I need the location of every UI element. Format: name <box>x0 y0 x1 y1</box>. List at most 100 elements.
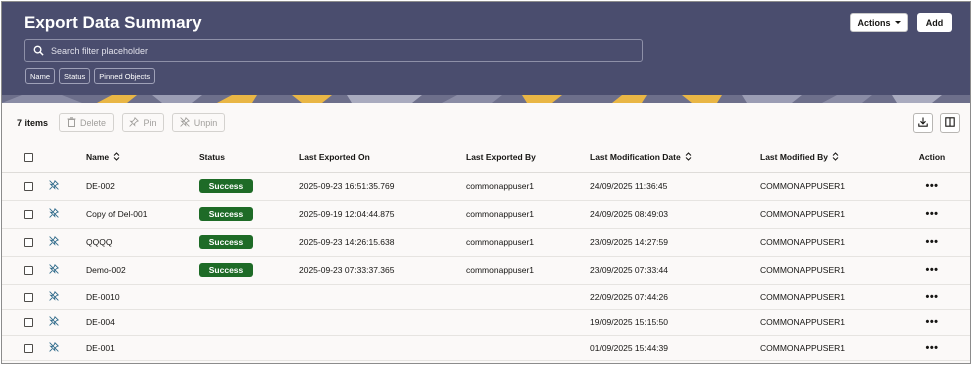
sort-icon <box>113 152 120 163</box>
unpinned-row-icon[interactable] <box>49 341 60 354</box>
more-actions-icon[interactable]: ••• <box>925 264 938 276</box>
last-modified-by-cell: COMMONAPPUSER1 <box>760 335 894 361</box>
action-cell: ••• <box>894 309 970 336</box>
unpinned-row-icon[interactable] <box>49 207 60 220</box>
status-cell <box>199 335 299 361</box>
row-checkbox[interactable] <box>24 266 33 276</box>
row-select-cell <box>2 172 49 201</box>
unpin-button[interactable]: Unpin <box>172 113 225 132</box>
column-header-last-exported-on: Last Exported On <box>299 143 466 173</box>
column-header-last-modified-by[interactable]: Last Modified By <box>760 143 894 173</box>
more-actions-icon[interactable]: ••• <box>925 208 938 220</box>
actions-menu-button[interactable]: Actions <box>850 13 908 32</box>
status-cell: Success <box>199 256 299 285</box>
last-exported-by-cell: commonappuser1 <box>466 228 590 257</box>
column-header-name[interactable]: Name <box>86 143 199 173</box>
filter-chip-status[interactable]: Status <box>59 68 91 84</box>
table-row[interactable]: Copy of Del-001 Success 2025-09-19 12:04:4… <box>2 200 970 229</box>
name-cell: Copy of Del-001 <box>86 200 199 229</box>
row-select-cell <box>2 335 49 361</box>
header-pin-cell <box>49 143 86 173</box>
last-modification-date-cell: 01/09/2025 15:44:39 <box>590 335 760 361</box>
delete-button[interactable]: Delete <box>59 113 114 132</box>
row-pin-cell <box>49 335 86 361</box>
columns-button[interactable] <box>940 113 960 133</box>
last-modified-by-cell: COMMONAPPUSER1 <box>760 309 894 336</box>
add-button[interactable]: Add <box>917 13 952 32</box>
table-row[interactable]: QQQQ Success 2025-09-23 14:26:15.638 common… <box>2 228 970 257</box>
last-exported-on-cell <box>299 335 466 361</box>
action-cell: ••• <box>894 256 970 285</box>
more-actions-icon[interactable]: ••• <box>925 342 938 354</box>
more-actions-icon[interactable]: ••• <box>925 316 938 328</box>
last-modification-date-cell: 19/09/2025 15:15:50 <box>590 309 760 336</box>
table-row[interactable]: Demo-002 Success 2025-09-23 07:33:37.365 co… <box>2 256 970 285</box>
status-cell <box>199 309 299 336</box>
last-modification-date-cell: 22/09/2025 07:44:26 <box>590 284 760 310</box>
row-pin-cell <box>49 256 86 285</box>
row-pin-cell <box>49 284 86 310</box>
select-all-checkbox[interactable] <box>24 153 33 163</box>
action-cell: ••• <box>894 172 970 201</box>
row-select-cell <box>2 228 49 257</box>
action-cell: ••• <box>894 284 970 310</box>
table-row[interactable]: DE-004 19/09/2025 15:15:50 COMMONAPPUSER1 •… <box>2 309 970 336</box>
status-cell <box>199 284 299 310</box>
actions-label: Actions <box>857 17 891 28</box>
search-input[interactable]: Search filter placeholder <box>24 39 643 62</box>
app-window: Export Data Summary Actions Add Search f… <box>1 1 971 364</box>
unpinned-row-icon[interactable] <box>49 263 60 276</box>
table-body: DE-002 Success 2025-09-23 16:51:35.769 comm… <box>2 172 970 361</box>
table-row[interactable]: DE-002 Success 2025-09-23 16:51:35.769 comm… <box>2 172 970 201</box>
name-cell: DE-0010 <box>86 284 199 310</box>
unpinned-row-icon[interactable] <box>49 316 60 328</box>
page-title: Export Data Summary <box>24 13 202 32</box>
download-button[interactable] <box>913 113 933 133</box>
row-select-cell <box>2 284 49 310</box>
filter-chip-pinned-objects[interactable]: Pinned Objects <box>94 68 156 84</box>
filter-chips: Name Status Pinned Objects <box>25 68 156 84</box>
pin-label: Pin <box>143 117 157 128</box>
last-modification-date-cell: 24/09/2025 11:36:45 <box>590 172 760 201</box>
column-header-last-modification-date[interactable]: Last Modification Date <box>590 143 760 173</box>
table-row[interactable]: DE-0010 22/09/2025 07:44:26 COMMONAPPUSER1… <box>2 284 970 310</box>
unpinned-row-icon[interactable] <box>49 179 60 192</box>
last-exported-on-cell: 2025-09-23 16:51:35.769 <box>299 172 466 201</box>
unpin-label: Unpin <box>193 117 218 128</box>
action-cell: ••• <box>894 228 970 257</box>
status-badge: Success <box>199 179 253 193</box>
last-modification-date-cell: 23/09/2025 07:33:44 <box>590 256 760 285</box>
row-checkbox[interactable] <box>24 318 33 328</box>
unpinned-row-icon[interactable] <box>49 235 60 248</box>
last-exported-by-cell: commonappuser1 <box>466 256 590 285</box>
row-pin-cell <box>49 228 86 257</box>
status-cell: Success <box>199 228 299 257</box>
row-checkbox[interactable] <box>24 292 33 302</box>
unpinned-row-icon[interactable] <box>49 290 60 303</box>
last-exported-by-cell: commonappuser1 <box>466 200 590 229</box>
status-badge: Success <box>199 207 253 221</box>
row-select-cell <box>2 256 49 285</box>
pin-button[interactable]: Pin <box>122 113 164 132</box>
row-checkbox[interactable] <box>24 210 33 220</box>
status-cell: Success <box>199 200 299 229</box>
more-actions-icon[interactable]: ••• <box>925 236 938 248</box>
row-select-cell <box>2 309 49 336</box>
item-count: 7 items <box>17 118 49 128</box>
status-cell: Success <box>199 172 299 201</box>
more-actions-icon[interactable]: ••• <box>925 180 938 192</box>
row-checkbox[interactable] <box>24 238 33 248</box>
column-header-last-modification-date-label: Last Modification Date <box>590 151 681 162</box>
table-row[interactable]: DE-001 01/09/2025 15:44:39 COMMONAPPUSER1 •… <box>2 335 970 361</box>
filter-chip-name[interactable]: Name <box>25 68 56 84</box>
more-actions-icon[interactable]: ••• <box>925 291 938 303</box>
row-checkbox[interactable] <box>24 182 33 192</box>
last-exported-by-cell: commonappuser1 <box>466 172 590 201</box>
search-placeholder: Search filter placeholder <box>51 45 149 56</box>
download-icon <box>918 117 928 129</box>
column-header-last-modified-by-label: Last Modified By <box>760 151 829 162</box>
row-checkbox[interactable] <box>24 343 33 353</box>
delete-label: Delete <box>79 117 106 128</box>
table-toolbar: 7 items Delete Pin Unpin <box>2 103 970 143</box>
columns-icon <box>945 117 955 129</box>
